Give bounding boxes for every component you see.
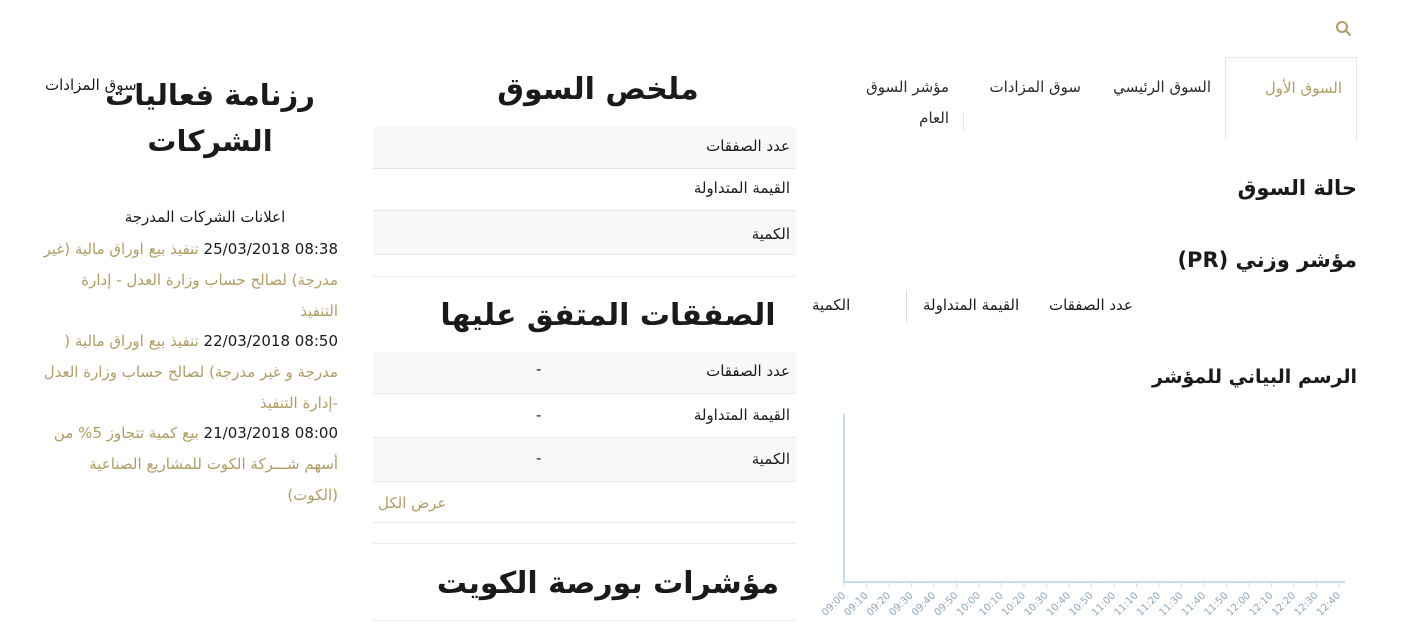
tab-label: مؤشر السوق العام	[866, 78, 949, 127]
announcements-title: اعلانات الشركات المدرجة	[124, 208, 286, 226]
announcement-item[interactable]: 25/03/2018 08:38 تنفيذ بيع اوراق مالية (…	[40, 234, 338, 327]
chart-x-tick-label: 09:50	[932, 590, 960, 618]
row-value: -	[536, 449, 542, 467]
market-status-title: حالة السوق	[1237, 176, 1357, 200]
chart-x-tick-label: 11:00	[1090, 590, 1118, 618]
row-label: القيمة المتداولة	[693, 179, 790, 197]
tab-first-market[interactable]: السوق الأول	[1225, 57, 1357, 141]
chart-x-tick-label: 11:10	[1112, 590, 1140, 618]
chart-x-tick-label: 09:20	[865, 590, 893, 618]
announcement-item[interactable]: 22/03/2018 08:50 تنفيذ بيع اوراق مالية (…	[40, 326, 338, 419]
chart-x-tick-label: 11:20	[1135, 590, 1163, 618]
chart-x-tick-label: 11:30	[1157, 590, 1185, 618]
tab-general-index[interactable]: مؤشر السوق العام	[835, 57, 963, 141]
stat-divider	[906, 290, 907, 322]
table-row: عدد الصفقات	[373, 127, 796, 169]
stat-deals-label: عدد الصفقات	[1049, 296, 1133, 314]
tab-label: سوق المزادات	[989, 78, 1081, 96]
row-value: -	[536, 406, 542, 424]
table-row: الكمية -	[373, 438, 796, 482]
row-label: الكمية	[751, 450, 790, 468]
announcement-timestamp: 22/03/2018 08:50	[203, 332, 338, 350]
index-chart: 09:0009:1009:2009:3009:4009:5010:0010:10…	[820, 414, 1345, 619]
chart-x-tick-label: 11:50	[1202, 590, 1230, 618]
market-summary-title: ملخص السوق	[497, 72, 699, 107]
agreed-deals-title: الصفقات المتفق عليها	[440, 298, 776, 333]
section-divider	[373, 522, 796, 523]
chart-x-tick-label: 12:10	[1247, 590, 1275, 618]
chart-x-tick-label: 10:50	[1067, 590, 1095, 618]
section-divider	[373, 276, 796, 277]
index-title: مؤشر وزني (PR)	[1177, 248, 1357, 272]
auction-market-overlay-link[interactable]: سوق المزادات	[45, 76, 137, 94]
table-row: القيمة المتداولة	[373, 169, 796, 211]
stat-value-label: القيمة المتداولة	[923, 296, 1020, 314]
chart-x-tick-label: 11:40	[1180, 590, 1208, 618]
tab-divider	[963, 112, 964, 132]
tab-label: السوق الرئيسي	[1113, 78, 1211, 96]
chart-x-tick-label: 10:30	[1022, 590, 1050, 618]
row-value: -	[536, 360, 542, 378]
announcement-item[interactable]: 21/03/2018 08:00 بيع كمية تتجاوز 5% من أ…	[40, 418, 338, 511]
table-row: الكمية	[373, 211, 796, 255]
announcement-timestamp: 21/03/2018 08:00	[203, 424, 338, 442]
market-tabs: السوق الأول السوق الرئيسي سوق المزادات م…	[810, 57, 1357, 142]
table-row: القيمة المتداولة -	[373, 394, 796, 438]
row-label: عدد الصفقات	[706, 137, 790, 155]
table-row: عدد الصفقات -	[373, 352, 796, 394]
row-label: الكمية	[751, 225, 790, 243]
row-label: القيمة المتداولة	[693, 406, 790, 424]
view-all-link[interactable]: عرض الكل	[378, 494, 447, 512]
search-icon[interactable]	[1333, 18, 1355, 40]
indices-title: مؤشرات بورصة الكويت	[436, 566, 780, 601]
chart-x-tick-label: 10:20	[1000, 590, 1028, 618]
chart-x-tick-label: 12:30	[1292, 590, 1320, 618]
chart-x-tick-label: 12:20	[1270, 590, 1298, 618]
chart-x-tick-label: 09:10	[842, 590, 870, 618]
calendar-title-line: الشركات	[147, 124, 273, 158]
chart-x-tick-label: 10:00	[955, 590, 983, 618]
chart-section-title: الرسم البياني للمؤشر	[1152, 366, 1357, 388]
announcement-timestamp: 25/03/2018 08:38	[203, 240, 338, 258]
section-divider	[373, 620, 796, 621]
chart-x-tick-label: 09:30	[887, 590, 915, 618]
tab-label: السوق الأول	[1264, 79, 1342, 97]
section-divider	[373, 543, 796, 544]
chart-x-tick-label: 10:10	[977, 590, 1005, 618]
chart-x-tick-label: 09:40	[910, 590, 938, 618]
chart-x-tick-label: 10:40	[1045, 590, 1073, 618]
chart-x-tick-label: 12:40	[1315, 590, 1343, 618]
tab-auction-market[interactable]: سوق المزادات	[965, 57, 1095, 141]
row-label: عدد الصفقات	[706, 362, 790, 380]
tab-main-market[interactable]: السوق الرئيسي	[1095, 57, 1225, 141]
chart-x-tick-label: 12:00	[1225, 590, 1253, 618]
